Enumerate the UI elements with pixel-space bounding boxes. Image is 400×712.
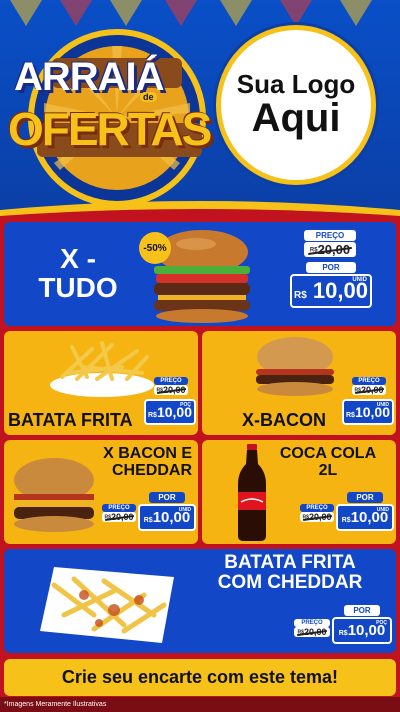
- new-price-box: POR R$ 10,00 UNID: [290, 262, 372, 308]
- burger-image: [256, 337, 334, 396]
- old-price-label: PREÇO: [294, 619, 330, 627]
- discount-badge: -50%: [139, 232, 171, 264]
- old-price-box: PREÇO R$20,00: [294, 619, 330, 637]
- product-card-batata-frita[interactable]: BATATA FRITA PREÇO R$20,00 R$10,00POÇ: [4, 331, 198, 435]
- old-price-value: R$20,00: [154, 385, 188, 395]
- old-price-value: R$20,00: [352, 385, 386, 395]
- new-price-value: R$10,00 UNID: [138, 504, 196, 531]
- bunting-flag: [220, 0, 252, 26]
- bunting-flag: [340, 0, 372, 26]
- old-price-value: R$20,00: [102, 512, 136, 522]
- product-card-coca-cola[interactable]: COCA COLA 2L PREÇO R$20,00 POR R$10,00UN…: [202, 440, 396, 544]
- product-title: X - TUDO: [38, 243, 118, 304]
- headline-de: de: [140, 92, 157, 102]
- old-price-label: PREÇO: [300, 504, 334, 512]
- bunting-flag: [280, 0, 312, 26]
- new-price-value: R$10,00 POÇ: [332, 617, 392, 644]
- new-price-value: R$10,00 UNID: [336, 504, 394, 531]
- new-price-value: R$10,00 UNID: [342, 399, 394, 425]
- new-price-value: R$ 10,00 UNID: [290, 274, 372, 308]
- new-price-box: R$10,00 UNID: [342, 399, 394, 425]
- product-title: BATATA FRITA COM CHEDDAR: [217, 552, 363, 593]
- new-price-box: POR R$10,00 UNID: [336, 492, 394, 531]
- old-price-box: PREÇO R$20,00: [300, 504, 334, 522]
- disclaimer-text: *Imagens Meramente Ilustrativas: [0, 697, 400, 712]
- old-price-label: PREÇO: [102, 504, 136, 512]
- old-price-box: PREÇO R$20,00: [352, 377, 386, 395]
- headline-arraia: ARRAIÁ: [14, 55, 165, 99]
- old-price-label: PREÇO: [304, 230, 356, 241]
- old-price-value: R$20,00: [304, 242, 356, 257]
- new-price-box: POR R$10,00 UNID: [138, 492, 196, 531]
- product-card-batata-cheddar[interactable]: BATATA FRITA COM CHEDDAR PREÇO R$20,00 P…: [4, 549, 396, 653]
- logo-text-line2: Aqui: [251, 96, 341, 140]
- new-price-value: R$10,00 POÇ: [144, 399, 196, 425]
- new-price-box: POR R$10,00 POÇ: [332, 605, 392, 644]
- soda-bottle-image: [238, 444, 266, 541]
- new-price-label: POR: [347, 492, 383, 503]
- product-title: COCA COLA 2L: [279, 445, 377, 479]
- hero-banner: ARRAIÁ de OFERTAS Sua Logo Aqui: [0, 0, 400, 215]
- product-title: BATATA FRITA: [8, 410, 133, 430]
- old-price-box: PREÇO R$20,00: [102, 504, 136, 522]
- product-card-x-bacon[interactable]: X-BACON PREÇO R$20,00 R$10,00UNID: [202, 331, 396, 435]
- old-price-label: PREÇO: [154, 377, 188, 385]
- product-title: X BACON E CHEDDAR: [103, 445, 192, 479]
- old-price-label: PREÇO: [352, 377, 386, 385]
- new-price-label: POR: [306, 262, 356, 273]
- product-title: X-BACON: [242, 410, 326, 430]
- cta-banner[interactable]: Crie seu encarte com este tema!: [4, 659, 396, 696]
- new-price-label: POR: [344, 605, 380, 616]
- fries-cheddar-image: [40, 567, 174, 643]
- logo-placeholder[interactable]: Sua Logo Aqui: [216, 25, 376, 185]
- new-price-label: POR: [149, 492, 185, 503]
- fries-image: [50, 341, 154, 397]
- product-card-x-bacon-cheddar[interactable]: X BACON E CHEDDAR PREÇO R$20,00 POR R$10…: [4, 440, 198, 544]
- headline-ofertas: OFERTAS: [8, 103, 212, 155]
- old-price-value: R$20,00: [300, 512, 334, 522]
- old-price-value: R$20,00: [294, 627, 330, 637]
- product-card-x-tudo[interactable]: X - TUDO -50% PREÇO R$20,00 POR R$ 10,00…: [4, 222, 396, 326]
- old-price-box: PREÇO R$20,00: [304, 230, 356, 257]
- logo-text-line1: Sua Logo: [236, 69, 356, 99]
- new-price-box: R$10,00 POÇ: [144, 399, 196, 425]
- old-price-box: PREÇO R$20,00: [154, 377, 188, 395]
